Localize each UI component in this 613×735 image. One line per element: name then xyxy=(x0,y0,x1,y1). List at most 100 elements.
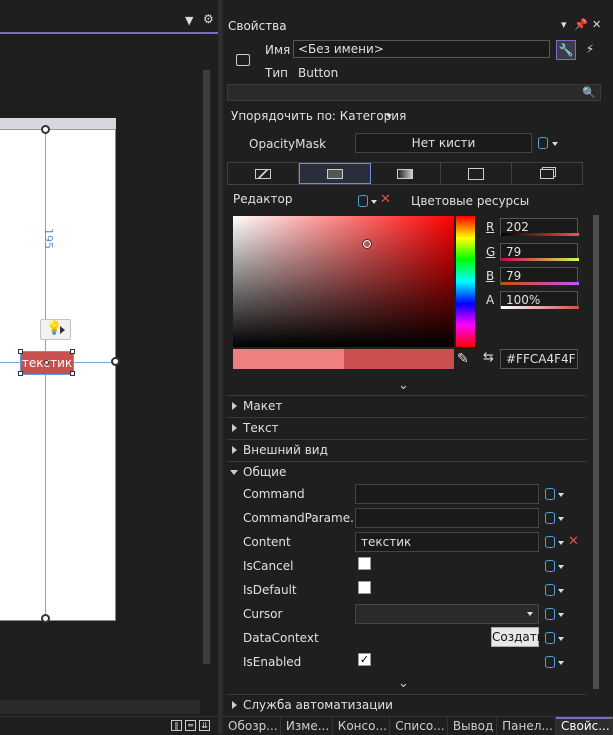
tab-no-brush[interactable] xyxy=(228,163,299,184)
color-resources-tab[interactable]: Цветовые ресурсы xyxy=(411,194,529,208)
tab-image-brush[interactable] xyxy=(441,163,513,184)
chevron-down-icon[interactable] xyxy=(386,114,392,118)
category-label: Макет xyxy=(243,399,283,413)
category-automation[interactable]: Служба автоматизации xyxy=(227,694,587,716)
pin-icon[interactable]: 📌 xyxy=(574,18,588,31)
sort-by-dropdown[interactable]: Упорядочить по: Категория xyxy=(231,109,406,123)
chevron-down-icon[interactable] xyxy=(371,200,377,204)
properties-scroll-thumb[interactable] xyxy=(593,215,599,689)
chevron-down-icon[interactable] xyxy=(558,589,564,593)
tab-overview[interactable]: Обозр... xyxy=(223,717,281,735)
hex-color-input[interactable]: #FFCA4F4F xyxy=(500,349,578,369)
split-vertical-icon[interactable]: ═ xyxy=(185,720,196,731)
hue-slider[interactable] xyxy=(456,216,475,347)
designer-horizontal-scrollbar[interactable] xyxy=(0,700,200,714)
command-input[interactable] xyxy=(355,484,539,504)
chevron-down-icon[interactable]: ⌄ xyxy=(398,378,409,393)
data-binding-icon[interactable] xyxy=(545,488,555,500)
data-binding-icon[interactable] xyxy=(358,195,368,207)
is-cancel-checkbox[interactable] xyxy=(358,557,371,570)
resize-handle-tr[interactable] xyxy=(70,349,75,354)
chevron-down-icon[interactable]: ⌄ xyxy=(398,676,409,691)
collapse-pane-icon[interactable]: ⇊ xyxy=(199,720,210,731)
data-binding-icon[interactable] xyxy=(538,137,548,149)
category-layout[interactable]: Макет xyxy=(227,395,587,417)
data-binding-icon[interactable] xyxy=(545,584,555,596)
command-parameter-input[interactable] xyxy=(355,508,539,528)
eyedropper-icon[interactable]: ✎ xyxy=(457,351,469,367)
g-channel-input[interactable]: 79 xyxy=(500,243,579,261)
command-label: Command xyxy=(243,487,305,501)
data-binding-icon[interactable] xyxy=(545,656,555,668)
chevron-down-icon[interactable] xyxy=(558,541,564,545)
properties-view-button[interactable]: 🔧 xyxy=(556,40,576,60)
gear-icon[interactable]: ⚙ xyxy=(203,12,214,26)
data-binding-icon[interactable] xyxy=(545,512,555,524)
resize-handle-br[interactable] xyxy=(70,371,75,376)
anchor-right-icon[interactable] xyxy=(111,357,120,366)
resize-handle-tl[interactable] xyxy=(18,349,23,354)
property-search-input[interactable]: 🔍 xyxy=(227,84,601,101)
b-channel-bar xyxy=(501,282,579,285)
b-channel-input[interactable]: 79 xyxy=(500,267,579,285)
resize-handle-center[interactable] xyxy=(44,360,49,365)
category-common[interactable]: Общие xyxy=(227,461,587,483)
content-input[interactable]: текстик xyxy=(355,532,539,552)
saturation-value-field[interactable] xyxy=(233,216,454,347)
category-text[interactable]: Текст xyxy=(227,417,587,439)
is-cancel-label: IsCancel xyxy=(243,559,294,573)
chevron-down-icon[interactable] xyxy=(558,517,564,521)
data-binding-icon[interactable] xyxy=(545,560,555,572)
chevron-down-icon[interactable] xyxy=(558,661,564,665)
dropdown-arrow-icon[interactable]: ▾ xyxy=(561,18,567,31)
events-view-button[interactable]: ⚡ xyxy=(580,40,600,60)
g-channel-label: G xyxy=(486,245,496,259)
r-channel-bar xyxy=(501,233,579,236)
dropdown-arrow-icon[interactable]: ▼ xyxy=(185,14,193,27)
name-input[interactable]: <Без имени> xyxy=(293,40,550,58)
category-appearance[interactable]: Внешний вид xyxy=(227,439,587,461)
previous-color-swatch[interactable] xyxy=(233,349,344,369)
chevron-down-icon[interactable] xyxy=(558,613,564,617)
chevron-down-icon[interactable] xyxy=(552,142,558,146)
chevron-down-icon[interactable] xyxy=(558,565,564,569)
chevron-down-icon[interactable] xyxy=(558,637,564,641)
opacity-mask-value[interactable]: Нет кисти xyxy=(355,133,532,153)
anchor-bottom-icon[interactable] xyxy=(41,614,50,623)
r-channel-label: R xyxy=(486,220,495,234)
designer-scroll-thumb[interactable] xyxy=(203,70,210,664)
tab-console[interactable]: Консо... xyxy=(333,717,391,735)
data-binding-icon[interactable] xyxy=(545,608,555,620)
is-default-checkbox[interactable] xyxy=(358,581,371,594)
tab-toolbox[interactable]: Панел... xyxy=(497,717,557,735)
r-channel-input[interactable]: 202 xyxy=(500,218,579,236)
close-icon[interactable]: ✕ xyxy=(592,18,601,31)
tab-solid-brush[interactable] xyxy=(298,163,371,184)
anchor-top-icon[interactable] xyxy=(41,125,50,134)
create-button[interactable]: Создать xyxy=(491,627,544,647)
resize-handle-bl[interactable] xyxy=(18,371,23,376)
tab-error-list[interactable]: Списо... xyxy=(390,717,448,735)
b-channel-value: 79 xyxy=(506,269,522,283)
cursor-combobox[interactable] xyxy=(355,604,539,624)
a-channel-input[interactable]: 100% xyxy=(500,291,579,309)
swap-icon[interactable]: ⇆ xyxy=(483,350,494,365)
tab-changes[interactable]: Изме... xyxy=(281,717,333,735)
tab-gradient-brush[interactable] xyxy=(371,163,442,184)
close-icon[interactable]: ✕ xyxy=(380,192,391,207)
bottom-tool-tabs: Обозр... Изме... Консо... Списо... Вывод… xyxy=(223,716,613,735)
tab-resource-brush[interactable] xyxy=(512,163,582,184)
expand-arrow-icon xyxy=(232,446,237,454)
tab-output[interactable]: Вывод xyxy=(448,717,498,735)
is-enabled-checkbox[interactable]: ✓ xyxy=(358,653,371,666)
command-parameter-label: CommandParame... xyxy=(243,511,362,525)
tab-properties[interactable]: Свойс... xyxy=(556,717,613,735)
data-binding-icon[interactable] xyxy=(545,632,555,644)
data-binding-icon[interactable] xyxy=(545,536,555,548)
color-picker-handle[interactable] xyxy=(362,239,372,249)
resource-brush-icon xyxy=(540,168,555,179)
chevron-down-icon[interactable] xyxy=(558,493,564,497)
quick-actions-button[interactable]: 💡 xyxy=(40,319,71,340)
split-horizontal-icon[interactable]: ‖ xyxy=(171,720,182,731)
clear-value-icon[interactable]: ✕ xyxy=(568,534,579,549)
